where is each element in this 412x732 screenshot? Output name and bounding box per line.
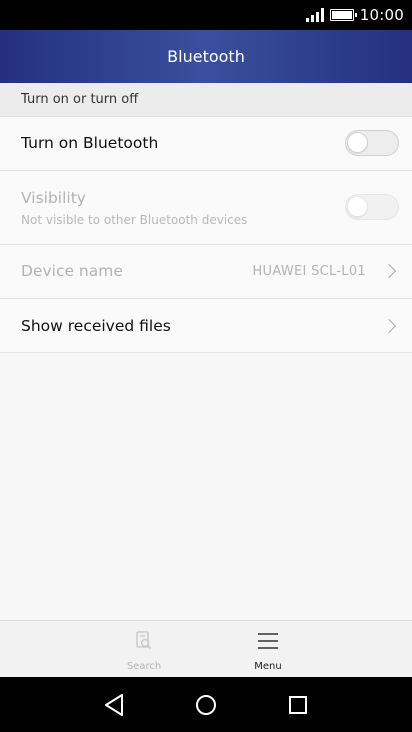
battery-icon [329,9,357,21]
recents-icon[interactable] [284,691,312,719]
bottom-action-bar: Search Menu [0,620,412,677]
switch-knob [347,132,368,153]
bluetooth-settings-screen: 10:00 Bluetooth Turn on or turn off Turn… [0,0,412,732]
clock: 10:00 [359,6,404,24]
device-name-value: HUAWEI SCL-L01 [252,264,366,279]
search-button[interactable]: Search [104,621,184,678]
status-indicators: 10:00 [305,6,404,24]
visibility-switch [345,194,399,220]
signal-icon [305,8,324,22]
menu-button[interactable]: Menu [228,621,308,678]
switch-knob [347,196,368,217]
device-name-row: Device name HUAWEI SCL-L01 [0,245,412,299]
received-files-label: Show received files [21,317,171,335]
visibility-row: Visibility Not visible to other Bluetoot… [0,171,412,245]
visibility-sublabel: Not visible to other Bluetooth devices [21,213,248,227]
home-icon[interactable] [192,691,220,719]
back-icon[interactable] [100,691,128,719]
received-files-row[interactable]: Show received files [0,299,412,353]
section-header: Turn on or turn off [0,83,412,117]
device-name-label: Device name [21,262,123,280]
system-nav-bar [0,677,412,732]
bluetooth-toggle-label: Turn on Bluetooth [21,134,159,152]
bluetooth-switch[interactable] [345,130,399,156]
search-icon [136,631,152,650]
chevron-right-icon [381,263,397,279]
chevron-right-icon [381,318,397,334]
menu-label: Menu [254,661,282,672]
title-bar: Bluetooth [0,30,412,83]
status-bar: 10:00 [0,0,412,30]
visibility-label: Visibility [21,189,86,207]
page-title: Bluetooth [167,47,245,66]
search-label: Search [126,661,162,672]
menu-icon [258,633,278,649]
bluetooth-toggle-row[interactable]: Turn on Bluetooth [0,117,412,171]
